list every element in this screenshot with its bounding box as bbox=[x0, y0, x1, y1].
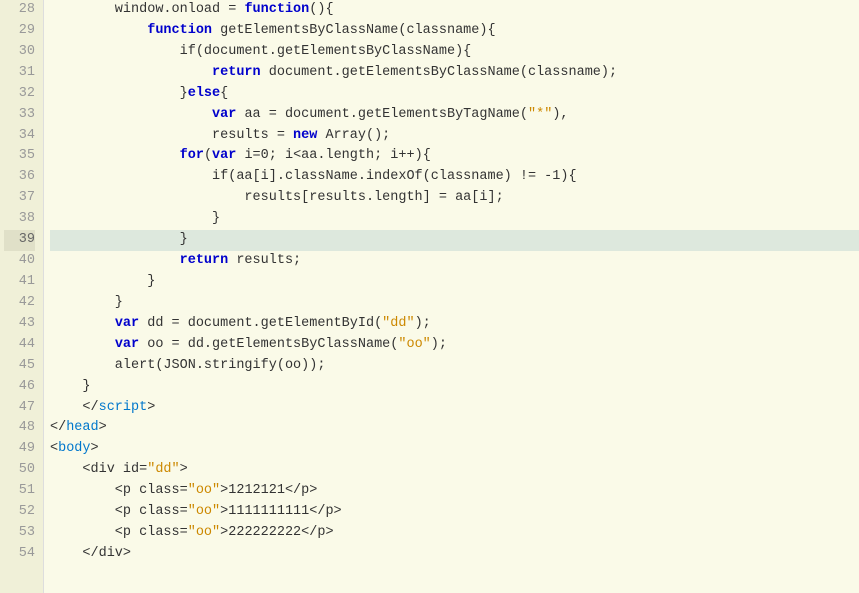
line-number: 41 bbox=[4, 272, 35, 293]
code-line: if(aa[i].className.indexOf(classname) !=… bbox=[50, 167, 859, 188]
line-number: 51 bbox=[4, 481, 35, 502]
code-editor: 2829303132333435363738394041424344454647… bbox=[0, 0, 859, 593]
code-line: } bbox=[50, 272, 859, 293]
line-number-gutter: 2829303132333435363738394041424344454647… bbox=[0, 0, 44, 593]
code-line: }else{ bbox=[50, 84, 859, 105]
code-line: } bbox=[50, 293, 859, 314]
line-number: 48 bbox=[4, 418, 35, 439]
line-number: 34 bbox=[4, 126, 35, 147]
code-line: function getElementsByClassName(classnam… bbox=[50, 21, 859, 42]
code-line: alert(JSON.stringify(oo)); bbox=[50, 356, 859, 377]
code-line: </script> bbox=[50, 398, 859, 419]
code-line: </head> bbox=[50, 418, 859, 439]
line-number: 49 bbox=[4, 439, 35, 460]
code-line: window.onload = function(){ bbox=[50, 0, 859, 21]
line-number: 44 bbox=[4, 335, 35, 356]
line-number: 36 bbox=[4, 167, 35, 188]
code-line: return document.getElementsByClassName(c… bbox=[50, 63, 859, 84]
code-line: if(document.getElementsByClassName){ bbox=[50, 42, 859, 63]
line-number: 40 bbox=[4, 251, 35, 272]
code-line: <div id="dd"> bbox=[50, 460, 859, 481]
line-number: 53 bbox=[4, 523, 35, 544]
line-number: 50 bbox=[4, 460, 35, 481]
line-number: 29 bbox=[4, 21, 35, 42]
line-number: 32 bbox=[4, 84, 35, 105]
code-line: var dd = document.getElementById("dd"); bbox=[50, 314, 859, 335]
line-number: 31 bbox=[4, 63, 35, 84]
code-line: <body> bbox=[50, 439, 859, 460]
code-line: <p class="oo">222222222</p> bbox=[50, 523, 859, 544]
code-line: <p class="oo">1111111111</p> bbox=[50, 502, 859, 523]
line-number: 43 bbox=[4, 314, 35, 335]
line-number: 45 bbox=[4, 356, 35, 377]
code-line: results = new Array(); bbox=[50, 126, 859, 147]
code-line: return results; bbox=[50, 251, 859, 272]
line-number: 42 bbox=[4, 293, 35, 314]
line-number: 39 bbox=[4, 230, 35, 251]
line-number: 35 bbox=[4, 146, 35, 167]
line-number: 30 bbox=[4, 42, 35, 63]
line-number: 54 bbox=[4, 544, 35, 565]
line-number: 37 bbox=[4, 188, 35, 209]
line-number: 47 bbox=[4, 398, 35, 419]
line-number: 33 bbox=[4, 105, 35, 126]
line-number: 46 bbox=[4, 377, 35, 398]
code-line: </div> bbox=[50, 544, 859, 565]
code-line: results[results.length] = aa[i]; bbox=[50, 188, 859, 209]
code-line: } bbox=[50, 230, 859, 251]
line-number: 52 bbox=[4, 502, 35, 523]
line-number: 38 bbox=[4, 209, 35, 230]
code-line: var oo = dd.getElementsByClassName("oo")… bbox=[50, 335, 859, 356]
code-line: var aa = document.getElementsByTagName("… bbox=[50, 105, 859, 126]
code-line: } bbox=[50, 377, 859, 398]
code-line: <p class="oo">1212121</p> bbox=[50, 481, 859, 502]
line-number: 28 bbox=[4, 0, 35, 21]
code-content: window.onload = function(){ function get… bbox=[44, 0, 859, 593]
code-line: } bbox=[50, 209, 859, 230]
code-line: for(var i=0; i<aa.length; i++){ bbox=[50, 146, 859, 167]
